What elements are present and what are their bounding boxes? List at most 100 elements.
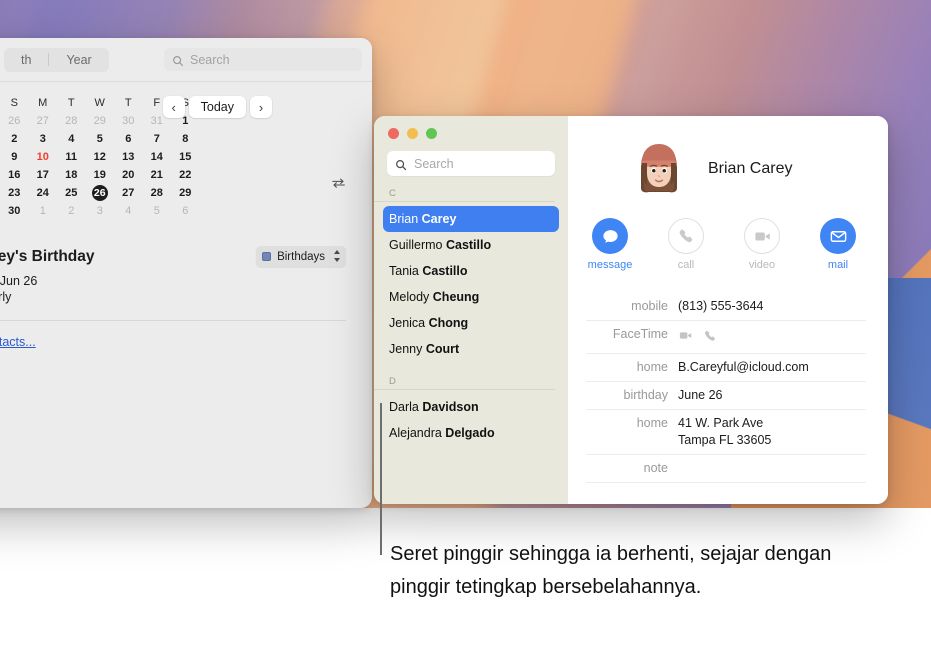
- calendar-day-13[interactable]: 13: [114, 148, 143, 166]
- calendar-day-9[interactable]: 9: [0, 148, 29, 166]
- list-item[interactable]: Guillermo Castillo: [383, 232, 559, 258]
- calendar-day-4[interactable]: 4: [114, 202, 143, 220]
- calendar-day-22[interactable]: 22: [171, 166, 200, 184]
- calendar-day-21[interactable]: 21: [143, 166, 172, 184]
- contact-action-row[interactable]: message call video mail: [586, 218, 866, 271]
- calendar-day-15[interactable]: 15: [171, 148, 200, 166]
- video-camera-icon[interactable]: [678, 328, 693, 348]
- list-item[interactable]: Jenica Chong: [383, 310, 559, 336]
- show-in-contacts-link[interactable]: Show in Contacts...: [0, 335, 36, 349]
- list-item[interactable]: Brian Carey: [383, 206, 559, 232]
- calendar-day-17[interactable]: 17: [29, 166, 58, 184]
- calendar-day-12[interactable]: 12: [86, 148, 115, 166]
- calendar-day-6[interactable]: 6: [171, 202, 200, 220]
- envelope-icon: [820, 218, 856, 254]
- calendar-select-popup[interactable]: Birthdays: [256, 246, 346, 267]
- callout-leader-line: [380, 403, 382, 555]
- chevron-up-down-icon: [333, 249, 341, 264]
- action-call[interactable]: call: [663, 218, 709, 271]
- calendar-day-6[interactable]: 6: [114, 130, 143, 148]
- event-date: Wednesday, Jun 26: [0, 274, 38, 288]
- contact-field-note[interactable]: note: [586, 455, 866, 483]
- contact-last-name: Delgado: [445, 426, 495, 440]
- calendar-day-18[interactable]: 18: [57, 166, 86, 184]
- calendar-day-19[interactable]: 19: [86, 166, 115, 184]
- next-period-button[interactable]: ›: [250, 96, 272, 118]
- avatar: [628, 138, 690, 200]
- contact-fields[interactable]: mobile (813) 555-3644 FaceTime home B.Careyf…: [586, 293, 866, 483]
- action-video[interactable]: video: [739, 218, 785, 271]
- today-button[interactable]: Today: [188, 96, 246, 118]
- calendar-day-2[interactable]: 2: [0, 130, 29, 148]
- field-value: 41 W. Park Ave Tampa FL 33605: [678, 415, 771, 449]
- calendar-nav-group[interactable]: ‹ Today ›: [162, 96, 272, 118]
- contact-field-home[interactable]: home B.Careyful@icloud.com: [586, 354, 866, 382]
- calendar-day-26[interactable]: 26: [0, 112, 29, 130]
- calendar-day-27[interactable]: 27: [29, 112, 58, 130]
- calendar-day-27[interactable]: 27: [114, 184, 143, 202]
- close-button[interactable]: [388, 128, 399, 139]
- contact-name: Brian Carey: [708, 160, 793, 177]
- contacts-search-field[interactable]: Search: [387, 151, 555, 176]
- weekday-header-3: W: [94, 97, 105, 109]
- phone-icon[interactable]: [703, 329, 717, 348]
- field-label: home: [636, 360, 668, 374]
- calendar-day-14[interactable]: 14: [143, 148, 172, 166]
- contact-field-facetime[interactable]: FaceTime: [586, 321, 866, 354]
- phone-icon: [668, 218, 704, 254]
- calendar-day-5[interactable]: 5: [86, 130, 115, 148]
- calendar-day-20[interactable]: 20: [114, 166, 143, 184]
- minimize-button[interactable]: [407, 128, 418, 139]
- calendar-day-7[interactable]: 7: [143, 130, 172, 148]
- calendar-day-28[interactable]: 28: [57, 112, 86, 130]
- calendar-day-11[interactable]: 11: [57, 148, 86, 166]
- calendar-day-16[interactable]: 16: [0, 166, 29, 184]
- action-label: mail: [827, 259, 849, 271]
- contact-last-name: Court: [425, 342, 460, 356]
- contacts-group-header-D: D: [374, 376, 555, 390]
- calendar-window[interactable]: th Year Search SMTWTFS 26 27 28 29 30 31 1 2 3 4 5…: [0, 38, 372, 508]
- weekday-header-2: T: [67, 97, 75, 109]
- zoom-button[interactable]: [426, 128, 437, 139]
- calendar-day-29[interactable]: 29: [86, 112, 115, 130]
- contact-field-birthday[interactable]: birthday June 26: [586, 382, 866, 410]
- list-item[interactable]: Alejandra Delgado: [383, 420, 559, 446]
- calendar-day-8[interactable]: 8: [171, 130, 200, 148]
- list-item[interactable]: Tania Castillo: [383, 258, 559, 284]
- list-item[interactable]: Jenny Court: [383, 336, 559, 362]
- calendar-day-26[interactable]: 26: [86, 184, 115, 202]
- action-mail[interactable]: mail: [815, 218, 861, 271]
- contact-field-home[interactable]: home 41 W. Park Ave Tampa FL 33605: [586, 410, 866, 455]
- calendar-day-30[interactable]: 30: [114, 112, 143, 130]
- contact-field-mobile[interactable]: mobile (813) 555-3644: [586, 293, 866, 321]
- calendar-day-29[interactable]: 29: [171, 184, 200, 202]
- calendar-day-4[interactable]: 4: [57, 130, 86, 148]
- contact-last-name: Cheung: [432, 290, 480, 304]
- calendar-day-2[interactable]: 2: [57, 202, 86, 220]
- field-value-line2: Tampa FL 33605: [678, 433, 772, 447]
- calendar-body: SMTWTFS 26 27 28 29 30 31 1 2 3 4 5 6 7 8 9 10 11 12 13 14 1…: [0, 82, 372, 351]
- tab-year[interactable]: Year: [49, 48, 108, 72]
- calendar-day-3[interactable]: 3: [29, 130, 58, 148]
- calendar-day-30[interactable]: 30: [0, 202, 29, 220]
- tab-month[interactable]: th: [4, 48, 48, 72]
- contacts-window[interactable]: Search C Brian Carey Guillermo Castillo Tan…: [374, 116, 888, 504]
- previous-period-button[interactable]: ‹: [162, 96, 185, 118]
- calendar-search-field[interactable]: Search: [164, 48, 362, 71]
- calendar-day-24[interactable]: 24: [29, 184, 58, 202]
- list-item[interactable]: Melody Cheung: [383, 284, 559, 310]
- contacts-list[interactable]: C Brian Carey Guillermo Castillo Tania Cast…: [374, 188, 568, 504]
- calendar-day-3[interactable]: 3: [86, 202, 115, 220]
- mini-calendar-weeks[interactable]: 26 27 28 29 30 31 1 2 3 4 5 6 7 8 9 10 11 12 13 14 15 16 17 18 1…: [0, 112, 200, 220]
- window-controls[interactable]: [374, 116, 568, 139]
- list-item[interactable]: Darla Davidson: [383, 394, 559, 420]
- action-message[interactable]: message: [587, 218, 633, 271]
- facetime-icons[interactable]: [678, 326, 717, 348]
- calendar-day-5[interactable]: 5: [143, 202, 172, 220]
- calendar-day-1[interactable]: 1: [29, 202, 58, 220]
- calendar-day-25[interactable]: 25: [57, 184, 86, 202]
- calendar-day-10[interactable]: 10: [29, 148, 58, 166]
- calendar-day-23[interactable]: 23: [0, 184, 29, 202]
- calendar-day-28[interactable]: 28: [143, 184, 172, 202]
- calendar-view-segmented-control[interactable]: th Year: [4, 47, 109, 72]
